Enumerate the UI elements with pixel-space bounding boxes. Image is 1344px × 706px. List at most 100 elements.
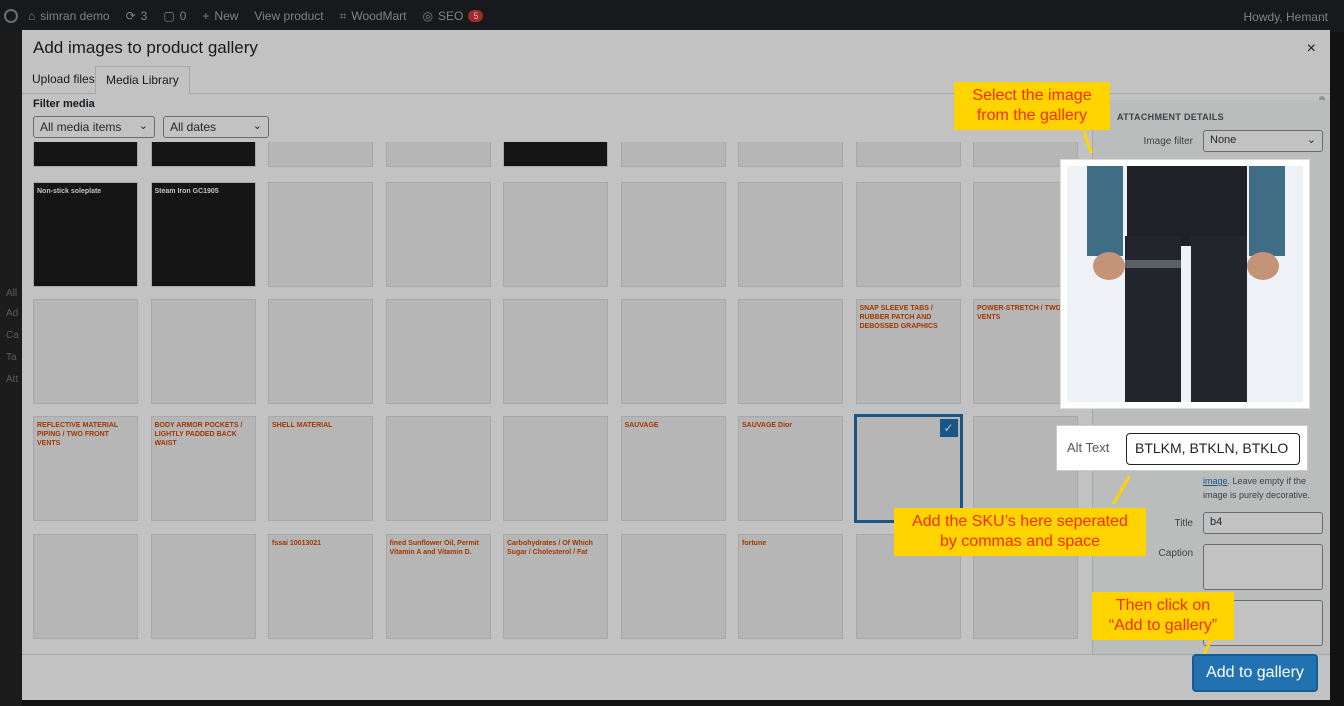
- media-tile[interactable]: [385, 299, 491, 404]
- media-tile[interactable]: [385, 416, 491, 521]
- media-tile[interactable]: fssai 10013021: [268, 534, 373, 639]
- tab-upload-files[interactable]: Upload files: [22, 66, 105, 94]
- media-tile[interactable]: Steam Iron GC1905: [150, 182, 256, 287]
- image-filter-select[interactable]: None ⌄: [1203, 130, 1323, 152]
- media-tile[interactable]: ✓: [853, 414, 963, 523]
- menu-item[interactable]: All: [6, 288, 17, 299]
- new-content-link[interactable]: + New: [202, 9, 238, 23]
- view-product-link[interactable]: View product: [254, 9, 323, 23]
- tile-caption: fined Sunflower Oil, Permit Vitamin A an…: [389, 540, 479, 556]
- media-tile[interactable]: Carbohydrates / Of Which Sugar / Cholest…: [503, 534, 608, 639]
- media-tile[interactable]: [855, 142, 961, 167]
- tile-caption: SHELL MATERIAL: [272, 422, 333, 429]
- updates-link[interactable]: ⟳ 3: [126, 9, 148, 23]
- tile-caption: Steam Iron GC1905: [154, 188, 219, 195]
- alt-text-highlight: Alt Text BTLKM, BTKLN, BTKLO: [1057, 426, 1307, 470]
- pants-photo-icon: [1067, 166, 1303, 402]
- media-tile[interactable]: [33, 534, 138, 639]
- tile-caption: Carbohydrates / Of Which Sugar / Cholest…: [507, 540, 593, 556]
- media-tile[interactable]: SNAP SLEEVE TABS / RUBBER PATCH AND DEBO…: [855, 299, 961, 404]
- callout-add-gallery: Then click on “Add to gallery”: [1092, 592, 1234, 640]
- tab-media-library[interactable]: Media Library: [95, 66, 190, 94]
- media-date-select[interactable]: All dates ⌄: [163, 116, 269, 138]
- woodmart-link[interactable]: ⌗ WoodMart: [340, 9, 407, 24]
- media-tile[interactable]: [385, 142, 491, 167]
- media-tile[interactable]: [503, 182, 608, 287]
- tile-caption: SAUVAGE Dior: [742, 422, 793, 429]
- media-tile[interactable]: [738, 142, 843, 167]
- media-tile[interactable]: [503, 142, 608, 167]
- tile-caption: REFLECTIVE MATERIAL PIPING / TWO FRONT V…: [37, 422, 119, 447]
- comment-icon: ▢: [163, 9, 175, 23]
- media-tile[interactable]: [385, 182, 491, 287]
- menu-item[interactable]: Att: [6, 374, 18, 385]
- comments-link[interactable]: ▢ 0: [163, 9, 186, 23]
- attachment-preview: [1061, 160, 1309, 408]
- callout-sku: Add the SKU’s here seperated by commas a…: [894, 508, 1146, 556]
- media-tile[interactable]: [268, 182, 373, 287]
- menu-item[interactable]: Ca: [6, 330, 19, 341]
- preview-image: [1067, 166, 1303, 402]
- plus-icon: +: [202, 9, 210, 23]
- wordpress-logo-icon[interactable]: [4, 9, 18, 23]
- tile-caption: SNAP SLEEVE TABS / RUBBER PATCH AND DEBO…: [859, 305, 938, 330]
- tile-caption: Non-stick soleplate: [37, 188, 102, 195]
- menu-item[interactable]: Ad: [6, 308, 18, 319]
- modal-toolbar: [22, 654, 1330, 700]
- add-to-gallery-button[interactable]: Add to gallery: [1192, 654, 1318, 692]
- site-home-link[interactable]: ⌂ simran demo: [28, 9, 110, 23]
- media-tile[interactable]: [150, 142, 256, 167]
- media-tile[interactable]: [503, 416, 608, 521]
- media-tile[interactable]: SHELL MATERIAL: [268, 416, 373, 521]
- media-tile[interactable]: Non-stick soleplate: [33, 182, 138, 287]
- seo-icon: ◎: [422, 9, 433, 23]
- filter-media-label: Filter media: [33, 98, 95, 110]
- attachment-details-heading: ATTACHMENT DETAILS: [1117, 112, 1224, 122]
- media-tile[interactable]: [268, 142, 373, 167]
- title-field[interactable]: b4: [1203, 512, 1323, 534]
- media-tile[interactable]: [620, 142, 726, 167]
- seo-link[interactable]: ◎ SEO 5: [422, 9, 484, 23]
- media-tile[interactable]: [503, 299, 608, 404]
- caption-field[interactable]: [1203, 544, 1323, 590]
- page-scrollbar[interactable]: [1330, 32, 1344, 706]
- media-tile[interactable]: [150, 534, 256, 639]
- tile-caption: POWER-STRETCH / TWO VENTS: [977, 305, 1061, 321]
- modal-title: Add images to product gallery: [33, 38, 258, 57]
- chevron-down-icon: ⌄: [252, 120, 262, 132]
- media-tile[interactable]: [738, 299, 843, 404]
- alt-text-input[interactable]: BTLKM, BTKLN, BTKLO: [1126, 433, 1300, 465]
- media-tile[interactable]: [620, 299, 726, 404]
- menu-item[interactable]: Ta: [6, 352, 17, 363]
- media-tile[interactable]: [150, 299, 256, 404]
- media-tile[interactable]: [620, 534, 726, 639]
- media-tile[interactable]: fined Sunflower Oil, Permit Vitamin A an…: [385, 534, 491, 639]
- alt-help-text: image. Leave empty if the image is purel…: [1203, 476, 1311, 500]
- media-tile[interactable]: [620, 182, 726, 287]
- media-tile[interactable]: SAUVAGE Dior: [738, 416, 843, 521]
- media-tile[interactable]: [33, 142, 138, 167]
- media-grid: Non-stick soleplate Steam Iron GC1905 SNAP…: [22, 142, 1092, 654]
- woodmart-icon: ⌗: [339, 8, 347, 23]
- alt-help-link[interactable]: image: [1203, 476, 1228, 486]
- media-tile[interactable]: fortune: [738, 534, 843, 639]
- tile-caption: fssai 10013021: [272, 540, 322, 547]
- howdy-user[interactable]: Howdy, Hemant: [1244, 10, 1328, 24]
- tile-caption: SAUVAGE: [624, 422, 659, 429]
- close-icon[interactable]: ×: [1307, 40, 1316, 58]
- media-type-select[interactable]: All media items ⌄: [33, 116, 155, 138]
- media-tile[interactable]: [855, 182, 961, 287]
- tile-caption: BODY ARMOR POCKETS / LIGHTLY PADDED BACK…: [154, 422, 243, 447]
- home-icon: ⌂: [28, 9, 36, 23]
- media-tile[interactable]: [268, 299, 373, 404]
- alt-text-label: Alt Text: [1067, 440, 1110, 455]
- media-tile[interactable]: BODY ARMOR POCKETS / LIGHTLY PADDED BACK…: [150, 416, 256, 521]
- media-tile[interactable]: SAUVAGE: [620, 416, 726, 521]
- title-label: Title: [1174, 518, 1193, 529]
- callout-select-image: Select the image from the gallery: [954, 82, 1110, 130]
- checkmark-icon[interactable]: ✓: [939, 419, 958, 437]
- media-tile[interactable]: [738, 182, 843, 287]
- media-tile[interactable]: [33, 299, 138, 404]
- image-filter-label: Image filter: [1143, 136, 1193, 147]
- media-tile[interactable]: REFLECTIVE MATERIAL PIPING / TWO FRONT V…: [33, 416, 138, 521]
